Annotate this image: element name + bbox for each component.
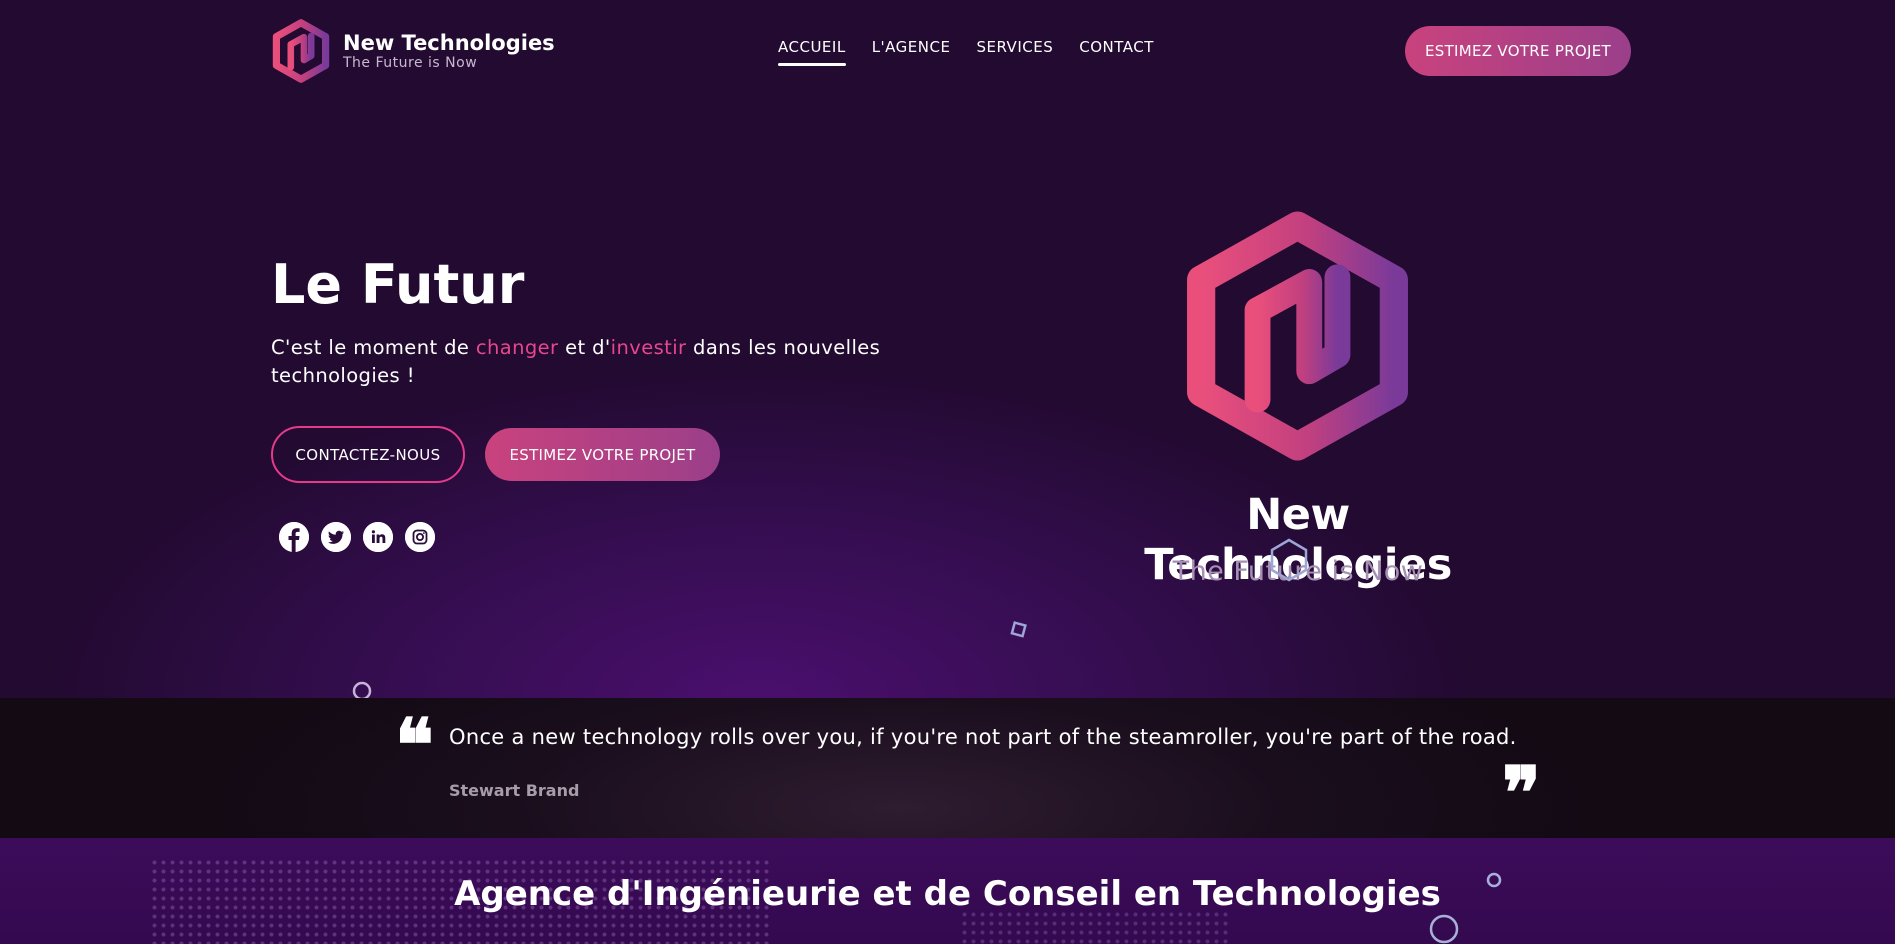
- hero-subtitle: C'est le moment de changer et d'investir…: [271, 334, 911, 390]
- circle-deco-icon: [1429, 914, 1459, 944]
- header-estimate-button[interactable]: ESTIMEZ VOTRE PROJET: [1405, 26, 1631, 76]
- brand[interactable]: New Technologies The Future is Now: [271, 18, 555, 84]
- hero-subtitle-text: et d': [558, 336, 611, 359]
- hero-subtitle-text: C'est le moment de: [271, 336, 476, 359]
- quote-band: [0, 698, 1895, 838]
- main-nav: ACCUEIL L'AGENCE SERVICES CONTACT: [778, 38, 1154, 66]
- brand-logo-icon: [271, 18, 331, 84]
- nav-item-contact[interactable]: CONTACT: [1079, 38, 1154, 66]
- contact-button[interactable]: CONTACTEZ-NOUS: [271, 426, 465, 483]
- brand-tagline: The Future is Now: [343, 55, 478, 71]
- brand-name: New Technologies: [343, 31, 555, 55]
- quote-close-icon: ❞: [1502, 750, 1541, 835]
- hero-estimate-button[interactable]: ESTIMEZ VOTRE PROJET: [485, 428, 720, 481]
- square-deco-icon: [1010, 621, 1027, 638]
- hero-highlight-changer: changer: [475, 336, 559, 359]
- nav-item-accueil[interactable]: ACCUEIL: [778, 38, 846, 66]
- nav-item-services[interactable]: SERVICES: [976, 38, 1053, 66]
- hero-highlight-investir: investir: [610, 336, 687, 359]
- hero-title: Le Futur: [271, 253, 525, 316]
- linkedin-icon[interactable]: [363, 522, 393, 552]
- hero-logo-icon: [1180, 207, 1415, 465]
- nav-item-agence[interactable]: L'AGENCE: [872, 38, 951, 66]
- hexagon-deco-icon: [1270, 538, 1308, 582]
- quote-author: Stewart Brand: [449, 781, 580, 800]
- agency-title: Agence d'Ingénieurie et de Conseil en Te…: [454, 874, 1441, 914]
- quote-open-icon: ❝: [395, 702, 434, 787]
- twitter-icon[interactable]: [321, 522, 351, 552]
- quote-text: Once a new technology rolls over you, if…: [449, 725, 1517, 749]
- social-links: [279, 522, 435, 552]
- instagram-icon[interactable]: [405, 522, 435, 552]
- facebook-icon[interactable]: [279, 522, 309, 552]
- world-map-dots: [960, 910, 1230, 944]
